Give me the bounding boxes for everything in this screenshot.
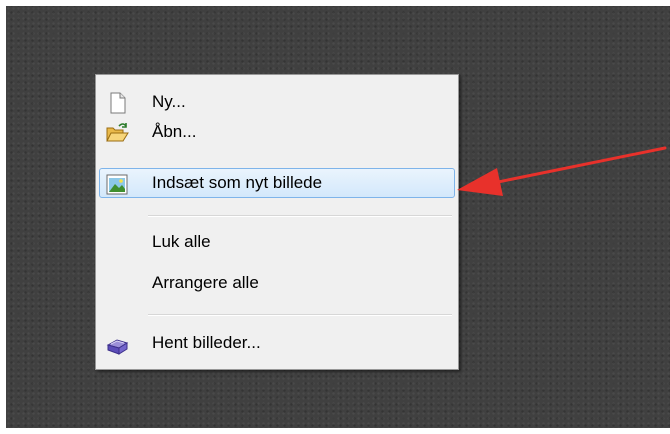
context-menu: Ny... Åbn... Indsæt som nyt billede Luk …: [95, 74, 459, 370]
menu-item-label: Ny...: [152, 92, 186, 111]
paste-image-icon: [104, 171, 130, 197]
menu-item-label: Hent billeder...: [152, 333, 261, 352]
menu-separator: [148, 314, 452, 316]
annotation-arrow: [457, 146, 667, 196]
menu-item-close-all[interactable]: Luk alle: [99, 227, 455, 257]
menu-item-open[interactable]: Åbn...: [99, 117, 455, 147]
menu-item-label: Luk alle: [152, 232, 211, 251]
menu-item-new[interactable]: Ny...: [99, 87, 455, 117]
menu-item-label: Arrangere alle: [152, 273, 259, 292]
open-folder-icon: [104, 120, 130, 146]
scanner-icon: [104, 331, 130, 357]
menu-item-arrange-all[interactable]: Arrangere alle: [99, 268, 455, 298]
new-document-icon: [104, 90, 130, 116]
menu-item-label: Indsæt som nyt billede: [152, 173, 323, 192]
menu-separator: [148, 215, 452, 217]
menu-item-get-pictures[interactable]: Hent billeder...: [99, 328, 455, 358]
menu-item-label: Åbn...: [152, 122, 197, 141]
menu-item-paste-as-new-image[interactable]: Indsæt som nyt billede: [99, 168, 455, 198]
